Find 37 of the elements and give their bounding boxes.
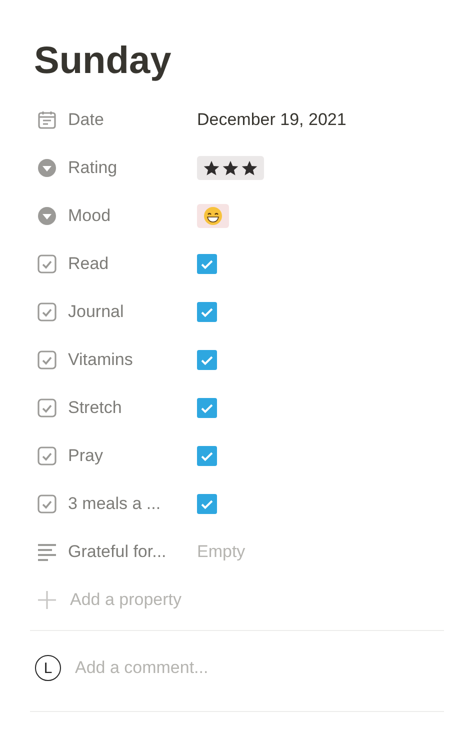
checkbox-icon: [37, 254, 57, 274]
grinning-emoji-icon: [203, 206, 223, 226]
checkbox[interactable]: [197, 350, 217, 370]
dropdown-icon: [37, 158, 57, 178]
rating-tag[interactable]: [197, 156, 264, 180]
checkbox-icon: [37, 494, 57, 514]
checkbox-icon: [37, 350, 57, 370]
calendar-icon: [37, 110, 57, 130]
property-label[interactable]: Stretch: [68, 398, 197, 418]
property-label[interactable]: 3 meals a ...: [68, 494, 197, 514]
checkbox[interactable]: [197, 446, 217, 466]
text-lines-icon: [37, 542, 57, 562]
user-avatar: L: [35, 655, 61, 681]
property-label[interactable]: Grateful for...: [68, 542, 197, 562]
property-label[interactable]: Journal: [68, 302, 197, 322]
property-label[interactable]: Pray: [68, 446, 197, 466]
star-icon: [203, 160, 220, 176]
checkbox-icon: [37, 446, 57, 466]
property-label[interactable]: Vitamins: [68, 350, 197, 370]
checkbox[interactable]: [197, 254, 217, 274]
mood-tag[interactable]: [197, 204, 229, 228]
plus-icon: [37, 590, 57, 610]
checkbox[interactable]: [197, 302, 217, 322]
checkbox[interactable]: [197, 494, 217, 514]
checkbox[interactable]: [197, 398, 217, 418]
property-label[interactable]: Date: [68, 110, 197, 130]
checkbox-icon: [37, 398, 57, 418]
page-title: Sunday: [34, 39, 172, 84]
star-icon: [222, 160, 239, 176]
property-label[interactable]: Rating: [68, 158, 197, 178]
comment-field[interactable]: Add a comment...: [75, 658, 375, 678]
property-label[interactable]: Read: [68, 254, 197, 274]
star-icon: [241, 160, 258, 176]
property-label[interactable]: Mood: [68, 206, 197, 226]
date-value[interactable]: December 19, 2021: [197, 110, 346, 130]
checkbox-icon: [37, 302, 57, 322]
dropdown-icon: [37, 206, 57, 226]
